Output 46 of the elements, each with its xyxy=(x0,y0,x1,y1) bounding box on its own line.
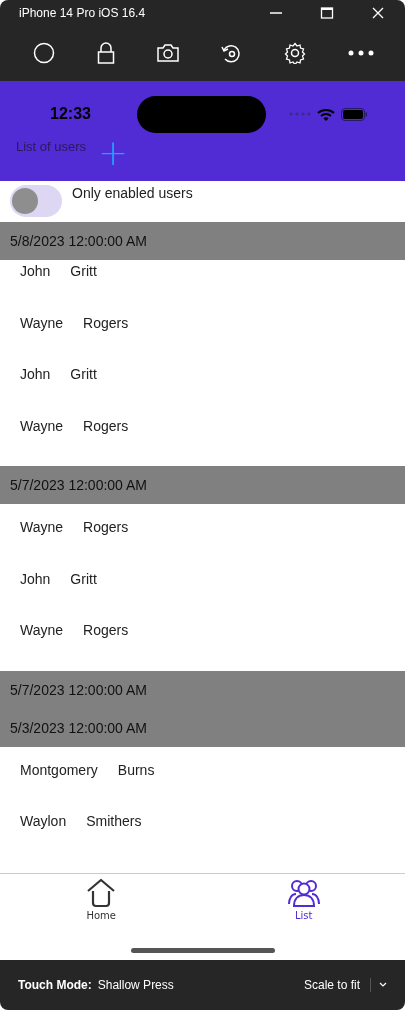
camera-icon[interactable] xyxy=(156,44,179,62)
last-name: Rogers xyxy=(83,417,129,436)
settings-icon[interactable] xyxy=(284,42,307,64)
house-icon xyxy=(86,878,117,908)
first-name: Wayne xyxy=(20,314,64,333)
first-name: Montgomery xyxy=(20,761,98,780)
last-name: Burns xyxy=(117,761,155,780)
tab[interactable]: List xyxy=(202,874,405,944)
page-title: List of users xyxy=(16,139,87,154)
touch-mode-label: Touch Mode: xyxy=(18,978,92,992)
window-title: iPhone 14 Pro iOS 16.4 xyxy=(19,5,146,20)
signal-icon xyxy=(289,112,311,116)
group-header: 5/3/2023 12:00:00 AM xyxy=(0,708,405,747)
toggle-switch[interactable] xyxy=(10,185,62,217)
wifi-icon xyxy=(317,107,335,121)
first-name: Wayne xyxy=(20,622,64,640)
group-header: 5/8/2023 12:00:00 AM xyxy=(0,222,405,260)
group-header: 5/7/2023 12:00:00 AM xyxy=(0,466,405,504)
scale-dropdown[interactable]: Scale to fit xyxy=(303,978,371,992)
circle-icon[interactable] xyxy=(32,42,55,64)
last-name: Rogers xyxy=(83,314,129,333)
status-time: 12:33 xyxy=(50,105,92,123)
last-name: Gritt xyxy=(70,366,97,384)
last-name: Rogers xyxy=(83,622,129,640)
last-name: Rogers xyxy=(83,519,129,537)
group-header: 5/7/2023 12:00:00 AM xyxy=(0,670,405,709)
first-name: John xyxy=(20,366,51,384)
toggle-label: Only enabled users xyxy=(72,185,193,201)
first-name: John xyxy=(20,263,51,281)
last-name: Smithers xyxy=(86,813,142,831)
last-name: Gritt xyxy=(70,570,97,589)
last-name: Gritt xyxy=(70,263,97,281)
touch-mode-value[interactable]: Shallow Press xyxy=(97,978,174,992)
close-icon[interactable] xyxy=(371,5,385,20)
more-icon[interactable] xyxy=(348,50,375,56)
tab[interactable]: Home xyxy=(0,874,203,944)
first-name: Waylon xyxy=(20,813,67,831)
lock-icon[interactable] xyxy=(96,42,115,64)
first-name: Wayne xyxy=(20,519,64,537)
first-name: John xyxy=(20,570,51,589)
chevron-icon[interactable] xyxy=(379,982,387,988)
battery-icon xyxy=(341,107,368,121)
maximize-icon[interactable] xyxy=(320,5,334,20)
rotate-icon[interactable] xyxy=(220,42,243,64)
first-name: Wayne xyxy=(20,417,64,436)
people-icon xyxy=(286,878,321,908)
